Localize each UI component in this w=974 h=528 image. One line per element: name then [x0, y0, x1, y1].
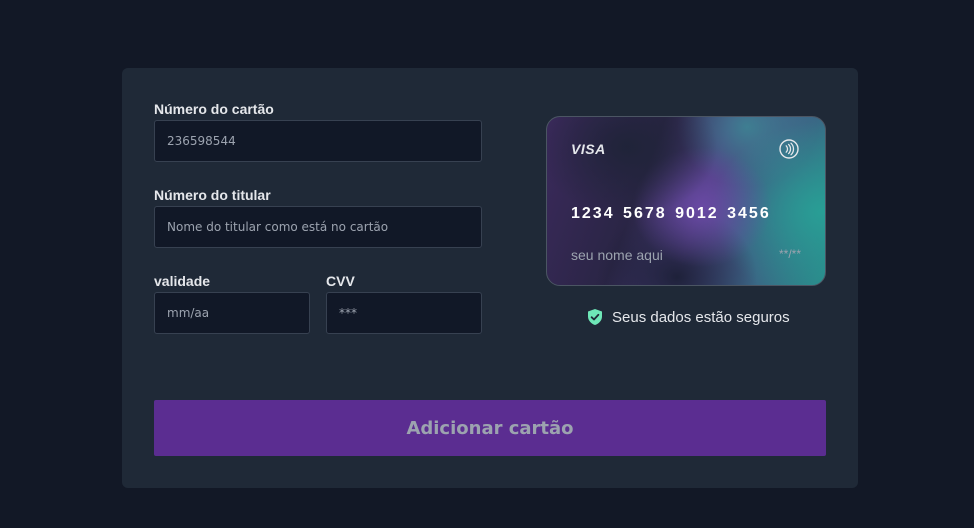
cvv-label: CVV	[326, 273, 355, 289]
security-text: Seus dados estão seguros	[612, 308, 790, 326]
expiry-input[interactable]	[154, 292, 310, 334]
holder-name-label: Número do titular	[154, 187, 271, 203]
holder-name-input[interactable]	[154, 206, 482, 248]
visa-logo: VISA	[571, 141, 606, 157]
expiry-label: validade	[154, 273, 211, 289]
card-preview: VISA 1234 5678 9012 3456 seu nome aqui *…	[546, 116, 826, 286]
card-number-input[interactable]	[154, 120, 482, 162]
contactless-icon	[779, 139, 799, 159]
add-card-button[interactable]: Adicionar cartão	[154, 400, 826, 456]
card-preview-expiry: **/**	[778, 247, 801, 261]
cvv-input[interactable]	[326, 292, 482, 334]
card-preview-number: 1234 5678 9012 3456	[571, 205, 771, 222]
security-notice: Seus dados estão seguros	[586, 308, 790, 326]
add-card-panel: Número do cartão Número do titular valid…	[122, 68, 858, 488]
card-number-label: Número do cartão	[154, 101, 274, 117]
card-preview-holder: seu nome aqui	[571, 247, 663, 263]
shield-check-icon	[588, 309, 602, 325]
